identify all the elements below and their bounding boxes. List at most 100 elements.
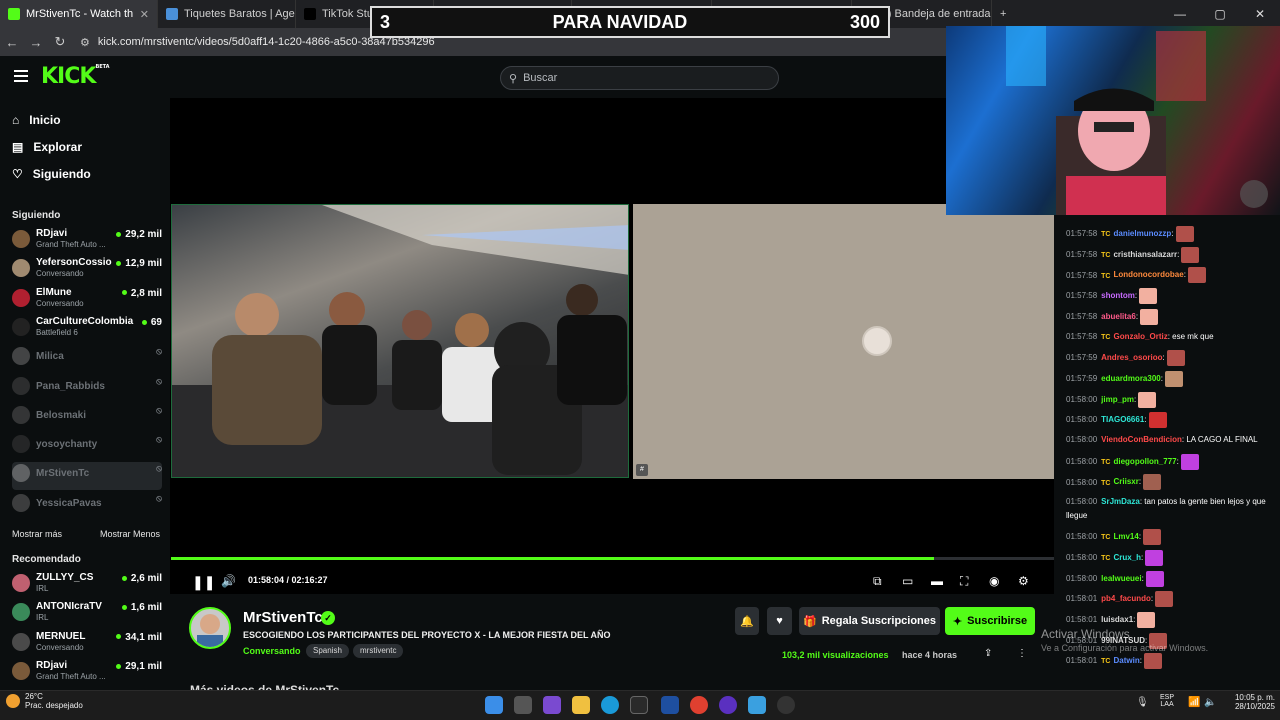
mini-player-icon[interactable]: ⧉ [873,574,882,589]
gift-icon: 🎁 [802,615,817,628]
following-channel[interactable]: CarCultureColombia Battlefield 6 69 [12,316,162,344]
chat-username[interactable]: danielmunozzp [1113,229,1171,238]
chat-username[interactable]: ViendoConBendicion [1101,435,1182,444]
kick-logo[interactable]: KICKBETA [41,64,110,89]
tag-channel[interactable]: mrstiventc [353,644,404,658]
emote-icon [1180,453,1199,470]
notifications-app-icon[interactable] [777,696,795,714]
chat-username[interactable]: abuelita6 [1101,312,1136,321]
gift-subs-button[interactable]: 🎁 Regala Suscripciones [799,607,940,635]
following-channel[interactable]: MrStivenTc ⦸ [12,462,162,491]
fullscreen-icon[interactable]: ⛶ [960,574,968,589]
subscribe-button[interactable]: ✦ Suscribirse [945,607,1035,635]
following-channel[interactable]: Belosmaki ⦸ [12,404,162,432]
chat-username[interactable]: luisdax1 [1101,615,1133,624]
tab-close-icon[interactable]: ✕ [140,8,149,21]
photos-icon[interactable] [748,696,766,714]
chat-username[interactable]: eduardmora300 [1101,374,1161,383]
chat-message: 01:57:58 TC Gonzalo_Ortiz: ese mk que [1066,330,1270,345]
minimize-icon[interactable]: — [1160,0,1200,28]
share-icon[interactable]: ⇪ [984,648,992,659]
clip-icon[interactable]: ◉ [989,574,999,588]
tag-language[interactable]: Spanish [306,644,349,658]
channel-avatar[interactable] [189,607,231,649]
menu-icon[interactable] [14,70,28,82]
weather-widget[interactable]: 26°C Prac. despejado [6,692,83,710]
forward-icon[interactable]: → [24,35,48,50]
speaker-icon[interactable]: 🔈 [1204,697,1216,708]
badge-icon: TC [1101,479,1111,487]
chat-username[interactable]: TIAGO6661 [1101,415,1144,424]
show-more-link[interactable]: Mostrar más [12,529,62,539]
volume-icon[interactable]: 🔊 [221,574,236,588]
chat-username[interactable]: Londonocordobae [1113,271,1183,280]
file-explorer-icon[interactable] [572,696,590,714]
chat-username[interactable]: pb4_facundo [1101,594,1151,603]
search-input[interactable]: ⚲ Buscar [500,66,779,90]
chat-username[interactable]: Lmv14 [1113,532,1138,541]
obs-icon[interactable] [719,696,737,714]
channel-name: ElMune [36,286,72,298]
following-channel[interactable]: Milica ⦸ [12,345,162,373]
follow-heart-button[interactable]: ♥ [767,607,792,635]
category-link[interactable]: Conversando [243,646,301,656]
cinema-icon[interactable]: ▬ [931,574,943,588]
nav-home[interactable]: ⌂ Inicio [12,113,61,127]
channel-name[interactable]: MrStivenTc [243,609,323,626]
chat-username[interactable]: Datwin [1113,656,1139,665]
chrome-icon[interactable] [690,696,708,714]
upload-time: hace 4 horas [902,650,958,660]
chat-username[interactable]: Gonzalo_Ortiz [1113,332,1167,341]
reload-icon[interactable]: ↻ [48,34,72,50]
more-options-icon[interactable]: ⋮ [1017,648,1027,659]
following-channel[interactable]: RDjavi Grand Theft Auto ... 29,2 mil [12,228,162,256]
site-info-icon[interactable]: ⚙ [80,36,90,49]
recommended-channel[interactable]: ZULLYY_CS IRL 2,6 mil [12,572,162,600]
settings-icon[interactable]: ⚙ [1018,574,1029,588]
maximize-icon[interactable]: ▢ [1200,0,1240,28]
chat-username[interactable]: shontom [1101,291,1135,300]
start-icon[interactable] [485,696,503,714]
back-icon[interactable]: ← [0,35,24,50]
avatar-image [197,614,223,647]
new-tab-icon[interactable]: + [992,0,1014,28]
theater-icon[interactable]: ▭ [902,574,913,588]
show-less-link[interactable]: Mostrar Menos [100,529,160,539]
copilot-icon[interactable] [543,696,561,714]
edge-icon[interactable] [601,696,619,714]
nav-explore[interactable]: ▤ Explorar [12,140,82,154]
language-indicator[interactable]: ESP LAA [1160,694,1174,708]
recommended-channel[interactable]: RDjavi Grand Theft Auto ... 29,1 mil [12,660,162,688]
video-progress-bar[interactable] [171,557,1054,560]
following-channel[interactable]: yosoychanty ⦸ [12,433,162,461]
chat-username[interactable]: Crux_h [1113,553,1141,562]
wifi-icon[interactable]: 📶 [1188,697,1200,708]
offline-icon: ⦸ [156,375,162,386]
following-channel[interactable]: YessicaPavas ⦸ [12,492,162,520]
recommended-channel[interactable]: MERNUEL Conversando 34,1 mil [12,631,162,659]
channel-category: Battlefield 6 [36,327,78,337]
following-channel[interactable]: Pana_Rabbids ⦸ [12,375,162,403]
banner-right-number: 300 [849,11,880,32]
pause-icon[interactable]: ❚❚ [192,574,215,591]
task-view-icon[interactable] [514,696,532,714]
browser-tab[interactable]: Tiquetes Baratos | Agenci✕ [158,0,296,28]
close-window-icon[interactable]: ✕ [1240,0,1280,28]
chat-username[interactable]: lealwueuei [1101,574,1141,583]
nav-following[interactable]: ♡ Siguiendo [12,167,91,181]
recommended-channel[interactable]: ANTONIcraTV IRL 1,6 mil [12,601,162,629]
app-icon[interactable] [661,696,679,714]
microphone-icon[interactable]: 🎙 [1136,697,1149,708]
chat-username[interactable]: diegopollon_777 [1113,457,1176,466]
store-icon[interactable] [630,696,648,714]
browser-tab[interactable]: MrStivenTc - Watch th ✕ [0,0,158,28]
chat-username[interactable]: jimp_pm [1101,395,1134,404]
chat-username[interactable]: cristhiansalazarr [1113,250,1177,259]
following-channel[interactable]: YefersonCossio Conversando 12,9 mil [12,257,162,285]
chat-username[interactable]: Andres_osorioo [1101,353,1162,362]
system-clock[interactable]: 10:05 p. m. 28/10/2025 [1227,693,1275,711]
chat-username[interactable]: SrJmDaza [1101,497,1140,506]
notification-bell-button[interactable]: 🔔 [735,607,759,635]
chat-username[interactable]: Criisxr [1113,478,1138,487]
following-channel[interactable]: ElMune Conversando 2,8 mil [12,287,162,315]
